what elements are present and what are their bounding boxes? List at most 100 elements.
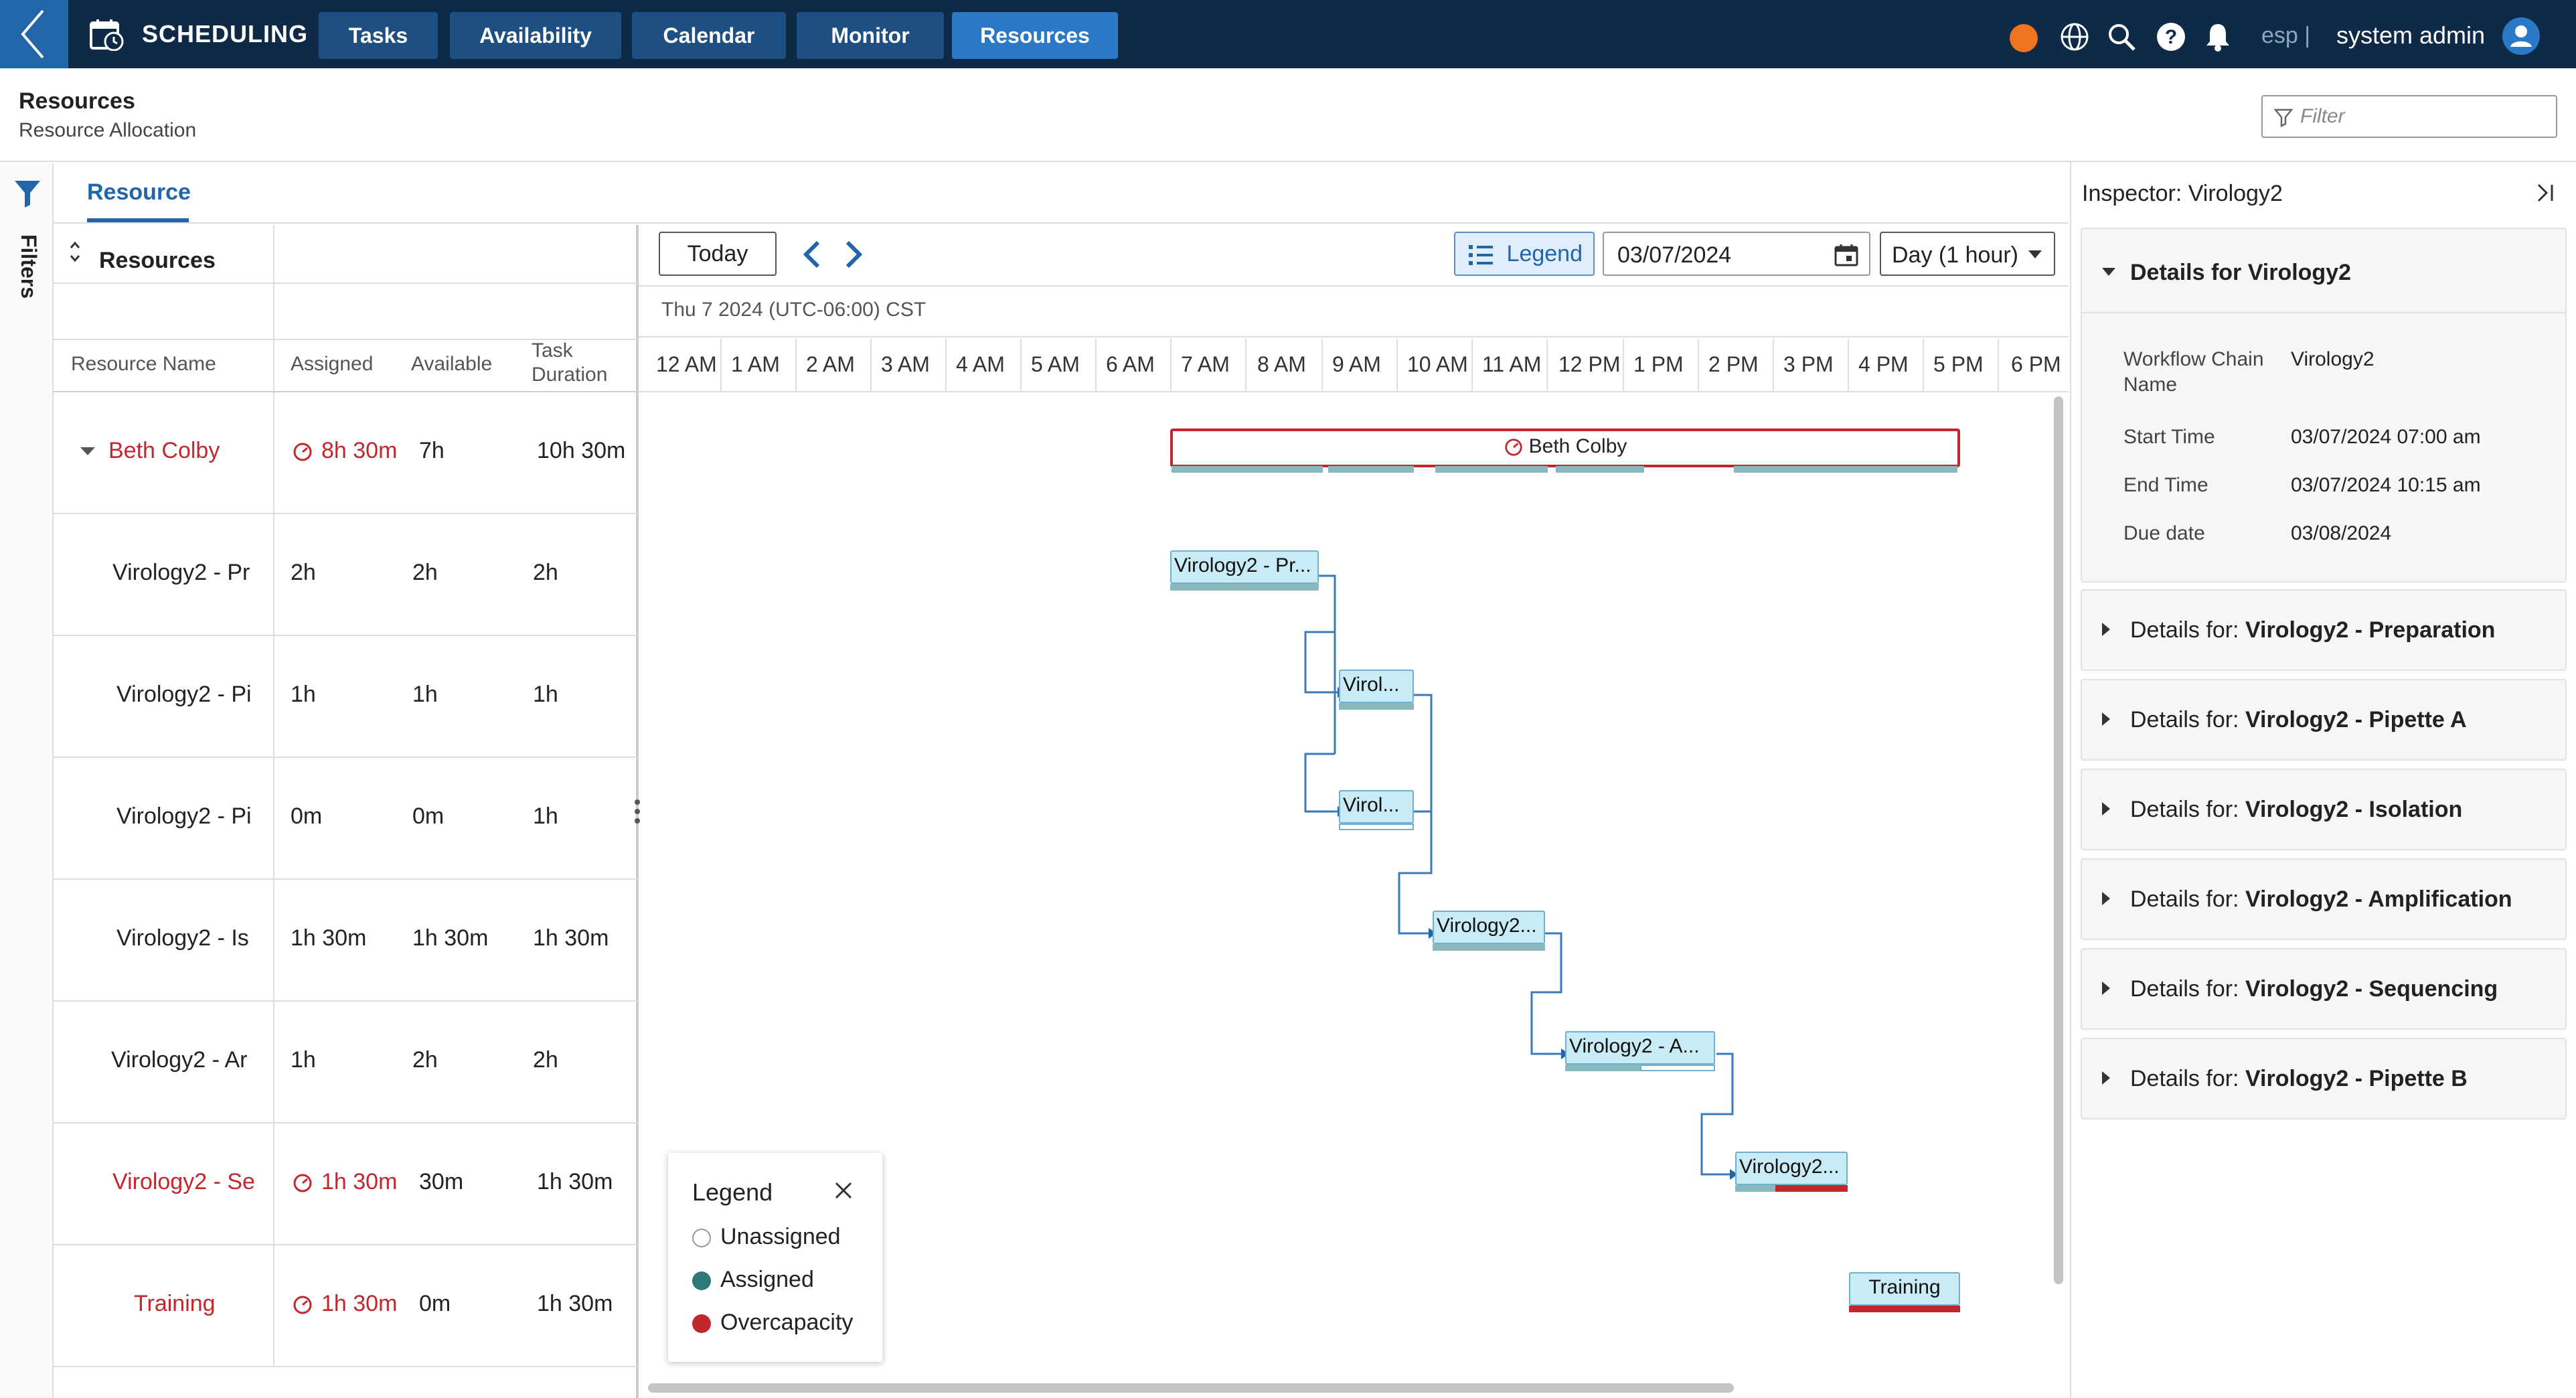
- globe-icon[interactable]: [2059, 21, 2090, 52]
- gantt-task[interactable]: Virology2 - Pr...: [1170, 550, 1319, 584]
- legend-title: Legend: [692, 1178, 773, 1206]
- hour-separator: [1471, 339, 1473, 391]
- chevron-right-icon[interactable]: [842, 238, 865, 270]
- hour-label: 9 AM: [1332, 352, 1381, 376]
- resource-name: Virology2 - Is: [116, 925, 249, 951]
- inspector-title: Inspector: Virology2: [2082, 181, 2283, 206]
- tab-resource-view[interactable]: Resource: [87, 179, 191, 206]
- help-icon[interactable]: ?: [2156, 21, 2186, 52]
- svg-text:?: ?: [2165, 26, 2177, 48]
- grid-title: Resources: [99, 248, 216, 273]
- details-card-pipette-a[interactable]: Details for: Virology2 - Pipette A: [2081, 679, 2567, 761]
- hour-separator: [1095, 339, 1097, 391]
- resource-name: Beth Colby: [108, 438, 220, 463]
- gauge-icon: [293, 443, 312, 461]
- details-card-isolation[interactable]: Details for: Virology2 - Isolation: [2081, 769, 2567, 850]
- caret-down-icon[interactable]: [79, 446, 96, 457]
- today-button[interactable]: Today: [659, 232, 777, 276]
- task-progress: [1170, 584, 1319, 591]
- available-value: 2h: [412, 560, 438, 585]
- details-card-pipette-b[interactable]: Details for: Virology2 - Pipette B: [2081, 1038, 2567, 1119]
- gantt-task[interactable]: Virology2 - A...: [1565, 1031, 1715, 1065]
- grid-divider: [54, 283, 637, 284]
- user-name[interactable]: system admin: [2336, 21, 2485, 50]
- details-card-sequencing[interactable]: Details for: Virology2 - Sequencing: [2081, 948, 2567, 1030]
- bell-icon[interactable]: [2202, 21, 2233, 52]
- gantt-task[interactable]: Virol...: [1339, 790, 1414, 824]
- assigned-value: 8h 30m: [292, 438, 397, 464]
- hour-separator: [1998, 339, 1999, 391]
- legend-item-unassigned: Unassigned: [692, 1224, 841, 1250]
- tab-availability[interactable]: Availability: [450, 12, 621, 59]
- col-available[interactable]: Available: [411, 352, 492, 376]
- gantt-task[interactable]: Virology2...: [1735, 1152, 1848, 1185]
- details-card-header[interactable]: Details for Virology2: [2082, 229, 2565, 313]
- duration-value: 10h 30m: [537, 438, 626, 463]
- status-indicator[interactable]: [2010, 24, 2038, 52]
- chevron-left-icon[interactable]: [801, 238, 823, 270]
- available-value: 1h: [412, 682, 438, 707]
- tab-tasks[interactable]: Tasks: [319, 12, 438, 59]
- caret-right-icon: [2102, 623, 2110, 636]
- hour-label: 8 AM: [1257, 352, 1306, 376]
- caret-right-icon: [2102, 982, 2110, 995]
- scale-select[interactable]: Day (1 hour): [1880, 232, 2055, 276]
- available-value: 0m: [412, 803, 445, 829]
- summary-bar[interactable]: Beth Colby: [1170, 429, 1960, 467]
- resource-name: Virology2 - Pr: [112, 560, 250, 585]
- task-progress: [1735, 1185, 1775, 1192]
- filter-funnel-icon[interactable]: [13, 179, 42, 209]
- hour-label: 2 PM: [1708, 352, 1759, 376]
- filter-input[interactable]: [2300, 103, 2548, 130]
- timezone-label: Thu 7 2024 (UTC-06:00) CST: [661, 299, 927, 321]
- field-key: Start Time: [2123, 426, 2215, 448]
- close-icon[interactable]: [833, 1180, 854, 1201]
- gantt-task[interactable]: Training: [1849, 1272, 1960, 1306]
- tab-monitor[interactable]: Monitor: [797, 12, 944, 59]
- page-subtitle: Resource Allocation: [19, 119, 197, 141]
- caret-right-icon: [2102, 712, 2110, 726]
- progress-segment: [1556, 466, 1644, 473]
- assigned-value: 0m: [291, 803, 323, 829]
- col-assigned[interactable]: Assigned: [291, 352, 373, 376]
- progress-segment: [1172, 466, 1323, 473]
- vertical-scrollbar[interactable]: [2054, 396, 2063, 1284]
- field-value: 03/08/2024: [2291, 522, 2392, 544]
- field-value: Virology2: [2291, 348, 2374, 370]
- hour-label: 12 PM: [1558, 352, 1621, 376]
- horizontal-scrollbar[interactable]: [648, 1383, 1734, 1393]
- chevron-down-icon: [2028, 250, 2042, 258]
- legend-button[interactable]: Legend: [1454, 232, 1595, 276]
- col-task-duration[interactable]: Task Duration: [532, 339, 625, 387]
- details-card-amplification[interactable]: Details for: Virology2 - Amplification: [2081, 858, 2567, 940]
- progress-segment: [1734, 466, 1957, 473]
- date-value: 03/07/2024: [1617, 242, 1732, 268]
- col-resource-name[interactable]: Resource Name: [71, 352, 216, 376]
- filter-field[interactable]: [2261, 95, 2557, 138]
- assigned-swatch: [692, 1271, 711, 1291]
- tab-resources[interactable]: Resources: [952, 12, 1118, 59]
- filters-toggle[interactable]: Filters: [16, 234, 41, 299]
- sort-icon[interactable]: [68, 240, 82, 264]
- gantt-task[interactable]: Virology2...: [1433, 911, 1545, 944]
- calendar-icon[interactable]: [1834, 244, 1858, 266]
- collapse-panel-icon[interactable]: [2533, 181, 2557, 205]
- filters-rail: [0, 163, 54, 1398]
- duration-value: 1h 30m: [537, 1169, 613, 1194]
- assigned-value: 1h 30m: [292, 1291, 397, 1317]
- hour-separator: [870, 339, 872, 391]
- user-avatar[interactable]: [2502, 17, 2540, 55]
- back-button[interactable]: [0, 0, 68, 68]
- search-icon[interactable]: [2106, 21, 2137, 52]
- gauge-icon: [1504, 439, 1522, 456]
- duration-value: 2h: [533, 1047, 558, 1073]
- language-selector[interactable]: esp |: [2261, 23, 2310, 49]
- details-card-preparation[interactable]: Details for: Virology2 - Preparation: [2081, 589, 2567, 671]
- hour-separator: [1245, 339, 1246, 391]
- inspector-divider: [2070, 162, 2071, 1398]
- grid-header-divider: [54, 391, 637, 392]
- date-picker[interactable]: 03/07/2024: [1603, 232, 1870, 276]
- assigned-value: 1h 30m: [291, 925, 367, 951]
- gantt-task[interactable]: Virol...: [1339, 670, 1414, 703]
- tab-calendar[interactable]: Calendar: [632, 12, 786, 59]
